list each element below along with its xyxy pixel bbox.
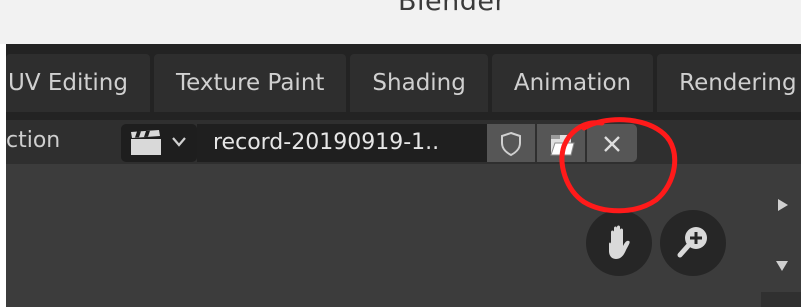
hand-pan-icon (609, 225, 630, 259)
workspace-tabs: UV Editing Texture Paint Shading Animati… (6, 54, 801, 112)
workspace-tab-bar: UV Editing Texture Paint Shading Animati… (6, 44, 801, 120)
window-title: Blender (398, 0, 507, 17)
pan-view-button[interactable] (586, 210, 652, 276)
clip-browse-dropdown[interactable] (121, 124, 197, 162)
folder-icon (550, 135, 575, 156)
clip-name-field[interactable]: record-20190919-1.. (197, 124, 487, 162)
tab-shading[interactable]: Shading (350, 54, 488, 112)
tab-texture-paint[interactable]: Texture Paint (154, 54, 347, 112)
arrow-right-icon[interactable] (778, 199, 788, 211)
unlink-clip-button[interactable] (587, 124, 637, 162)
side-panel-strip (761, 292, 801, 307)
movie-clip-icon (131, 130, 161, 155)
blender-window: UV Editing Texture Paint Shading Animati… (6, 44, 801, 307)
clip-editor-header: ction record-20190919-1.. (6, 120, 801, 164)
tab-animation[interactable]: Animation (491, 54, 654, 112)
arrow-down-icon[interactable] (776, 261, 788, 271)
close-icon (604, 136, 620, 152)
zoom-view-button[interactable] (660, 210, 726, 276)
shield-icon (501, 131, 521, 157)
clip-viewport[interactable] (6, 164, 801, 307)
chevron-down-icon (172, 137, 186, 147)
fake-user-button[interactable] (487, 124, 535, 162)
os-title-bar: Blender (0, 0, 801, 44)
header-label: ction (6, 128, 61, 153)
zoom-icon (677, 227, 707, 258)
open-clip-button[interactable] (537, 124, 585, 162)
tab-uv-editing[interactable]: UV Editing (6, 54, 150, 112)
tab-rendering[interactable]: Rendering (657, 54, 801, 112)
